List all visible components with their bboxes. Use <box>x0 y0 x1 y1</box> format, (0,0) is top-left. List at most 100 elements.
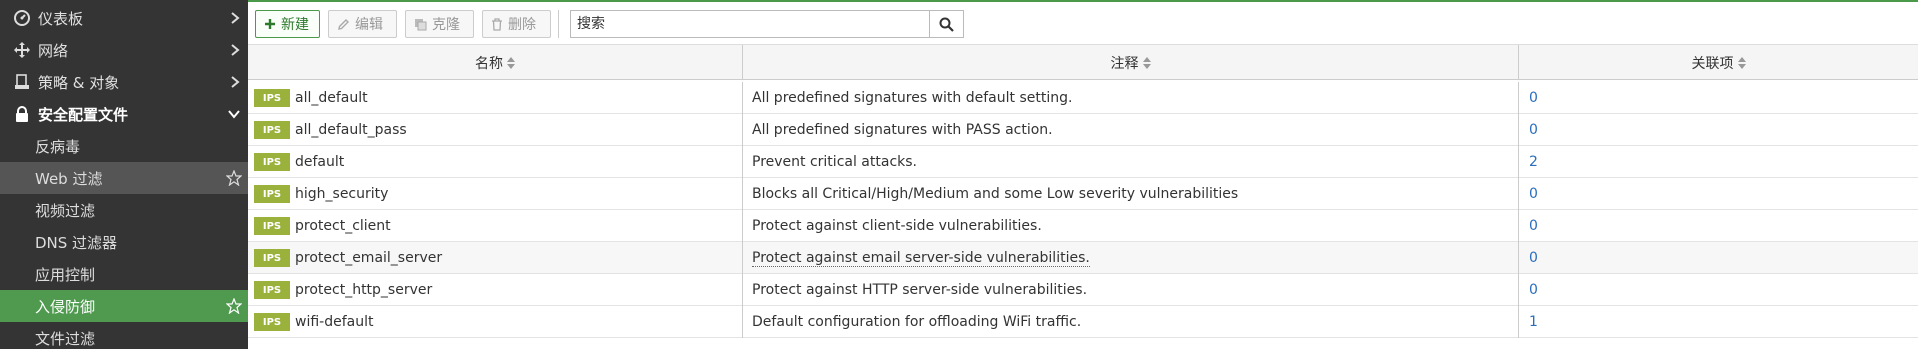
new-button[interactable]: 新建 <box>255 10 320 38</box>
ref-count-link[interactable]: 0 <box>1529 186 1538 202</box>
sidebar-item-video-filter[interactable]: 视频过滤 <box>0 194 248 226</box>
new-button-label: 新建 <box>281 17 309 33</box>
sidebar-item-label: 反病毒 <box>35 137 81 156</box>
star-icon[interactable] <box>226 162 242 194</box>
column-header-label: 关联项 <box>1691 55 1734 72</box>
sidebar-item-file-filter[interactable]: 文件过滤 <box>0 322 248 349</box>
star-icon[interactable] <box>226 290 242 322</box>
profile-name: protect_email_server <box>295 250 443 266</box>
ips-badge: IPS <box>254 89 290 107</box>
profile-name: default <box>295 154 345 170</box>
ips-badge: IPS <box>254 281 290 299</box>
sort-icon <box>1142 56 1151 69</box>
clone-button[interactable]: 克隆 <box>405 10 474 38</box>
ips-badge: IPS <box>254 153 290 171</box>
table-row[interactable]: IPS default Prevent critical attacks. 2 <box>248 146 1918 178</box>
column-header-label: 名称 <box>475 55 503 72</box>
column-header-comment[interactable]: 注释 <box>743 45 1519 80</box>
nav-security-profiles-label: 安全配置文件 <box>38 105 129 124</box>
sidebar-item-label: 视频过滤 <box>35 201 96 220</box>
ips-badge: IPS <box>254 121 290 139</box>
column-header-name[interactable]: 名称 <box>248 45 743 80</box>
sidebar-item-label: Web 过滤 <box>35 169 103 188</box>
profile-name: all_default <box>295 90 368 106</box>
sidebar-item-label: 应用控制 <box>35 265 96 284</box>
chevron-right-icon <box>230 66 240 98</box>
profile-name: high_security <box>295 186 389 202</box>
toolbar: 新建 编辑 克隆 删除 <box>248 2 1918 44</box>
ref-count-link[interactable]: 0 <box>1529 250 1538 266</box>
table-row[interactable]: IPS protect_http_server Protect against H… <box>248 274 1918 306</box>
delete-button[interactable]: 删除 <box>482 10 551 38</box>
table-row[interactable]: IPS high_security Blocks all Critical/Hig… <box>248 178 1918 210</box>
profile-comment: All predefined signatures with default s… <box>752 90 1073 106</box>
nav-dashboard[interactable]: 仪表板 <box>0 2 248 34</box>
policy-doc-icon <box>9 74 35 90</box>
clone-icon <box>415 18 427 30</box>
plus-icon <box>265 19 275 29</box>
ips-badge: IPS <box>254 249 290 267</box>
profile-name: protect_client <box>295 218 391 234</box>
column-header-label: 注释 <box>1110 55 1139 72</box>
ref-count-link[interactable]: 0 <box>1529 90 1538 106</box>
sort-icon <box>1737 56 1746 69</box>
search-input[interactable] <box>571 11 929 37</box>
pencil-icon <box>338 18 349 30</box>
table-row[interactable]: IPS wifi-default Default configuration fo… <box>248 306 1918 338</box>
clone-button-label: 克隆 <box>432 17 460 33</box>
profile-name: all_default_pass <box>295 122 407 138</box>
profile-name: wifi-default <box>295 314 374 330</box>
sidebar-item-label: 入侵防御 <box>35 297 96 316</box>
table-header: 名称 注释 关联项 <box>248 44 1918 80</box>
search-box <box>570 10 964 38</box>
ips-badge: IPS <box>254 313 290 331</box>
profile-comment: Protect against client-side vulnerabilit… <box>752 218 1042 234</box>
edit-button-label: 编辑 <box>355 17 383 33</box>
network-move-icon <box>9 42 35 58</box>
sidebar-item-intrusion-prevention[interactable]: 入侵防御 <box>0 290 248 322</box>
sidebar-item-antivirus[interactable]: 反病毒 <box>0 130 248 162</box>
column-header-refs[interactable]: 关联项 <box>1519 45 1918 80</box>
ref-count-link[interactable]: 1 <box>1529 314 1538 330</box>
sidebar-item-app-control[interactable]: 应用控制 <box>0 258 248 290</box>
toolbar-divider <box>558 10 559 38</box>
profile-comment: Prevent critical attacks. <box>752 154 917 170</box>
ref-count-link[interactable]: 0 <box>1529 122 1538 138</box>
table-row[interactable]: IPS all_default All predefined signatures… <box>248 82 1918 114</box>
sidebar-item-web-filter[interactable]: Web 过滤 <box>0 162 248 194</box>
sidebar-item-label: 文件过滤 <box>35 329 96 348</box>
profile-comment: Protect against email server-side vulner… <box>752 249 1090 267</box>
table-row[interactable]: IPS protect_client Protect against client… <box>248 210 1918 242</box>
sidebar-item-label: DNS 过滤器 <box>35 233 118 252</box>
edit-button[interactable]: 编辑 <box>328 10 397 38</box>
profile-comment: Blocks all Critical/High/Medium and some… <box>752 186 1239 202</box>
chevron-down-icon <box>228 98 240 130</box>
table-row[interactable]: IPS protect_email_server Protect against … <box>248 242 1918 274</box>
nav-policy-objects[interactable]: 策略 & 对象 <box>0 66 248 98</box>
ips-badge: IPS <box>254 217 290 235</box>
profile-name: protect_http_server <box>295 282 433 298</box>
lock-icon <box>9 106 35 122</box>
profile-comment: All predefined signatures with PASS acti… <box>752 122 1053 138</box>
chevron-right-icon <box>230 2 240 34</box>
ref-count-link[interactable]: 2 <box>1529 154 1538 170</box>
chevron-right-icon <box>230 34 240 66</box>
sidebar: 仪表板 网络 策略 & 对象 安全配置文件 反病毒 Web 过滤 视频过滤 DN… <box>0 0 248 349</box>
table-row[interactable]: IPS all_default_pass All predefined signa… <box>248 114 1918 146</box>
nav-network-label: 网络 <box>38 41 69 60</box>
search-icon <box>939 17 954 32</box>
profile-comment: Protect against HTTP server-side vulnera… <box>752 282 1088 298</box>
profile-comment: Default configuration for offloading WiF… <box>752 314 1082 330</box>
nav-dashboard-label: 仪表板 <box>38 9 84 28</box>
nav-security-profiles[interactable]: 安全配置文件 <box>0 98 248 130</box>
sort-icon <box>507 56 515 69</box>
dashboard-icon <box>9 10 35 26</box>
sidebar-item-dns-filter[interactable]: DNS 过滤器 <box>0 226 248 258</box>
ref-count-link[interactable]: 0 <box>1529 282 1538 298</box>
ips-badge: IPS <box>254 185 290 203</box>
nav-network[interactable]: 网络 <box>0 34 248 66</box>
search-button[interactable] <box>929 11 963 37</box>
delete-button-label: 删除 <box>508 17 536 33</box>
trash-icon <box>492 17 502 31</box>
ref-count-link[interactable]: 0 <box>1529 218 1538 234</box>
